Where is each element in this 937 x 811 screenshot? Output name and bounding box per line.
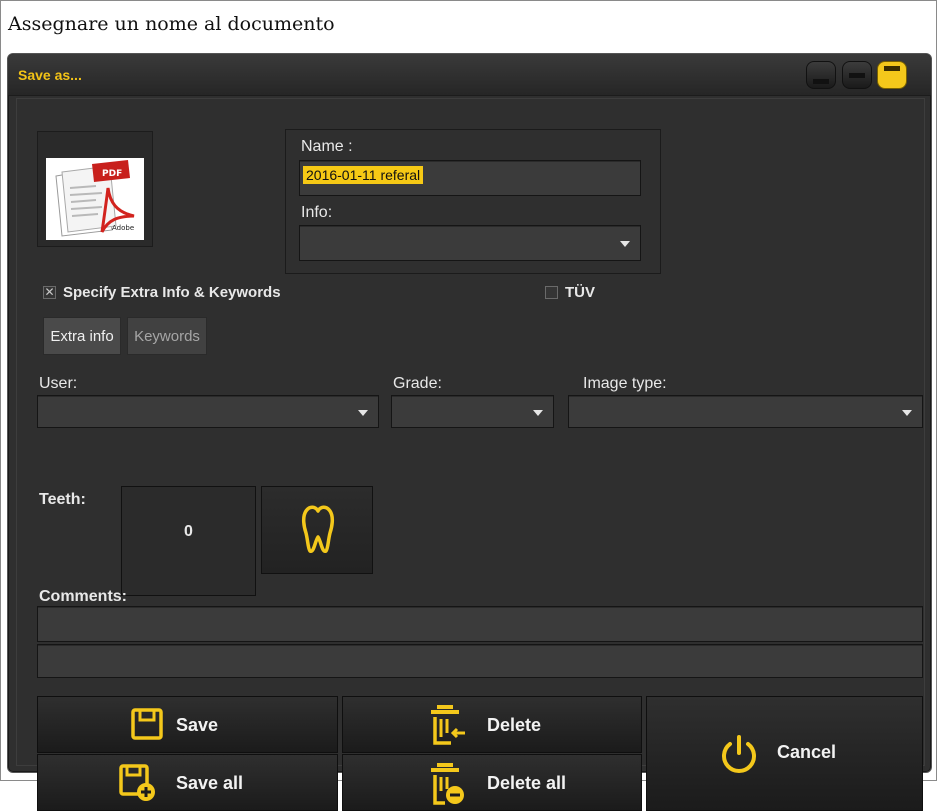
save-icon [131, 708, 163, 740]
pdf-document-icon: PDF Adobe [46, 158, 144, 240]
chevron-down-icon [620, 241, 630, 247]
image-type-label: Image type: [583, 375, 667, 392]
grade-dropdown[interactable] [391, 395, 554, 428]
comments-input-line1[interactable] [37, 606, 923, 642]
power-icon [722, 735, 756, 773]
name-input[interactable]: 2016-01-11 referal [299, 160, 641, 196]
document-thumbnail: PDF Adobe [37, 131, 153, 247]
delete-all-button-label: Delete all [487, 773, 567, 793]
dialog-titlebar[interactable]: Save as... [8, 54, 931, 96]
image-type-dropdown[interactable] [568, 395, 923, 428]
info-dropdown[interactable] [299, 225, 641, 261]
delete-button-label: Delete [487, 715, 542, 735]
grade-label: Grade: [393, 375, 442, 392]
dialog-content: PDF Adobe Name : 2016-01-11 referal Info… [16, 98, 925, 811]
tuv-label: TÜV [565, 284, 595, 301]
save-all-icon [119, 764, 155, 801]
user-label: User: [39, 375, 78, 392]
delete-all-button[interactable]: Delete all [342, 754, 642, 811]
save-all-button-label: Save all [176, 773, 244, 793]
page-frame: Assegnare un nome al documento Save as..… [0, 0, 937, 811]
delete-all-icon [431, 763, 464, 805]
name-info-group: Name : 2016-01-11 referal Info: [285, 129, 661, 274]
extra-info-checkbox-label: Specify Extra Info & Keywords [63, 284, 281, 301]
extra-info-checkbox[interactable]: ✕ [43, 286, 56, 299]
tooth-icon [301, 505, 335, 553]
comments-label: Comments: [39, 588, 128, 605]
restore-icon[interactable] [842, 61, 872, 89]
info-label: Info: [301, 204, 333, 221]
name-input-value: 2016-01-11 referal [303, 166, 424, 184]
save-all-button[interactable]: Save all [37, 754, 338, 811]
user-dropdown[interactable] [37, 395, 379, 428]
tab-keywords[interactable]: Keywords [127, 317, 207, 355]
comments-input-line2[interactable] [37, 644, 923, 678]
chevron-down-icon [358, 409, 368, 416]
minimize-icon[interactable] [806, 61, 836, 89]
chevron-down-icon [533, 409, 543, 416]
chevron-down-icon [902, 409, 912, 416]
teeth-label: Teeth: [39, 491, 86, 508]
cancel-button-label: Cancel [777, 742, 837, 762]
pdf-badge: PDF [102, 169, 122, 179]
cancel-button[interactable]: Cancel [646, 696, 923, 811]
dialog-title: Save as... [18, 67, 82, 83]
adobe-brand: Adobe [112, 224, 134, 232]
tab-extra-info[interactable]: Extra info [43, 317, 121, 355]
save-button-label: Save [176, 715, 219, 735]
delete-icon [431, 705, 465, 745]
page-caption: Assegnare un nome al documento [8, 13, 335, 35]
name-label: Name : [301, 138, 353, 155]
save-as-dialog: Save as... PDF Adobe Name: 2016-01-11 r… [7, 53, 932, 811]
tuv-checkbox[interactable] [545, 286, 558, 299]
maximize-icon[interactable] [877, 61, 907, 89]
tooth-chart-button[interactable] [261, 486, 373, 574]
teeth-count: 0 [121, 486, 256, 596]
save-button[interactable]: Save [37, 696, 338, 753]
delete-button[interactable]: Delete [342, 696, 642, 753]
